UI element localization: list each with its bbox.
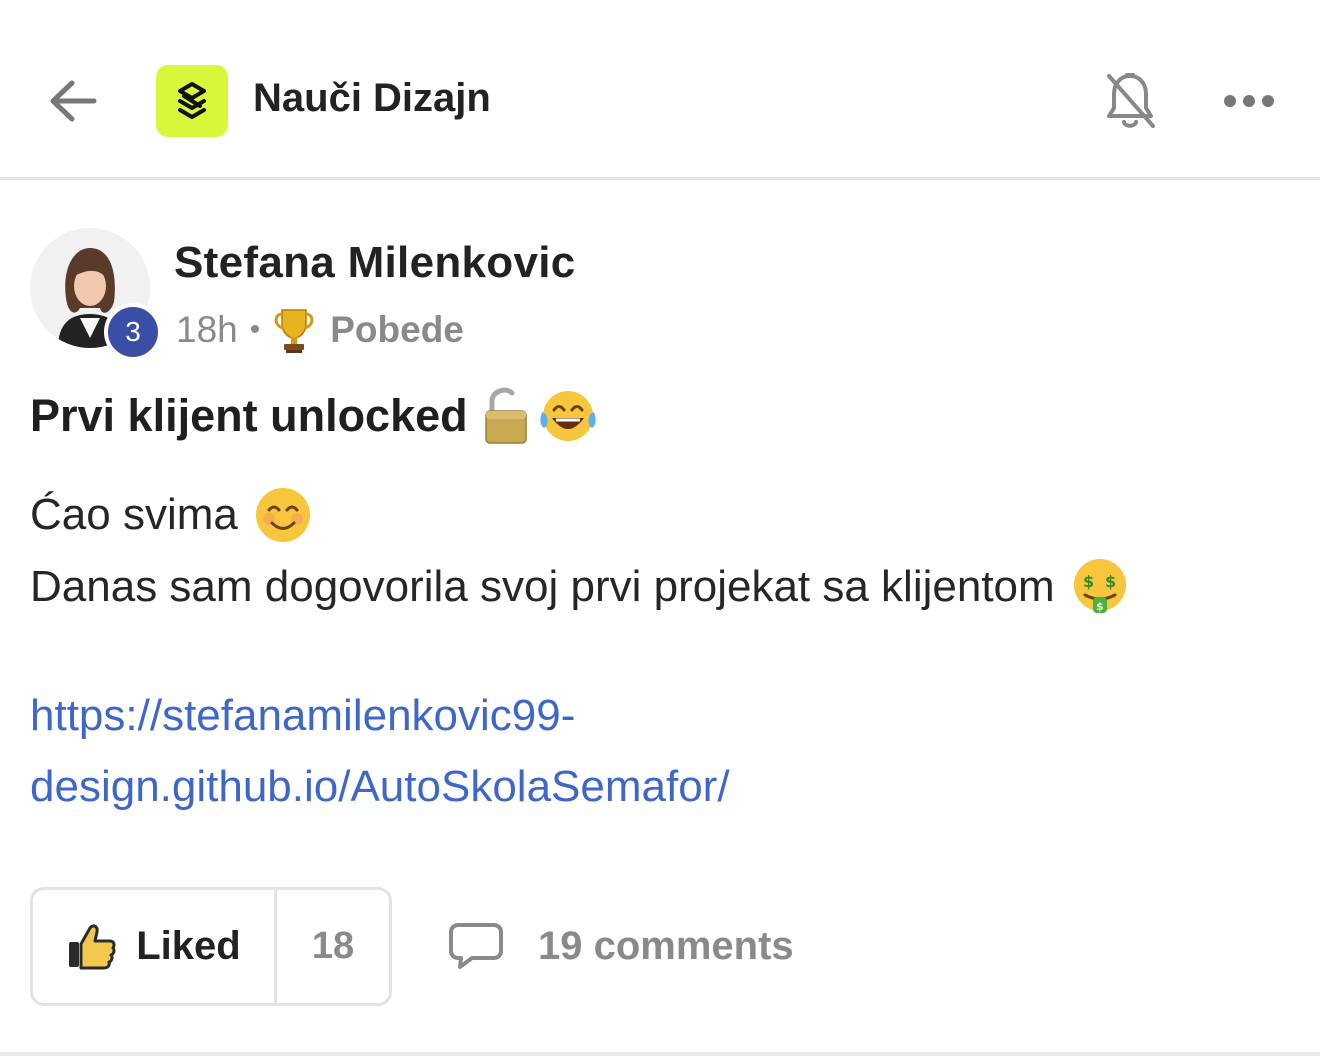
comments-button[interactable]: 19 comments: [448, 916, 794, 976]
post-time: 18h: [176, 309, 238, 350]
post-body-text: Danas sam dogovorila svoj prvi projekat …: [30, 562, 1055, 611]
app-header: Nauči Dizajn: [0, 0, 1320, 180]
smiling-face-emoji-icon: [254, 486, 312, 544]
unlocked-padlock-emoji-icon: [482, 387, 530, 445]
group-logo[interactable]: [156, 65, 228, 137]
post-category[interactable]: Pobede: [330, 309, 464, 351]
stacked-chevrons-logo-icon: [178, 82, 206, 119]
mute-notifications-button[interactable]: [1100, 68, 1160, 134]
arrow-left-icon: [50, 80, 97, 122]
svg-text:$: $: [1096, 600, 1104, 613]
post-body-line: Danas sam dogovorila svoj prvi projekat …: [30, 557, 1129, 617]
post-body-line: Ćao svima: [30, 486, 312, 544]
tears-of-joy-emoji-icon: [538, 388, 598, 444]
post-link[interactable]: https://stefanamilenkovic99- design.gith…: [30, 680, 730, 822]
more-dots-icon: [1224, 95, 1274, 107]
svg-text:$: $: [1105, 572, 1116, 591]
back-button[interactable]: [44, 72, 102, 130]
post-title-text: Prvi klijent unlocked: [30, 390, 468, 441]
money-mouth-face-emoji-icon: $ $ $: [1071, 557, 1129, 617]
divider: [0, 1052, 1320, 1056]
post-link-line-2: design.github.io/AutoSkolaSemafor/: [30, 762, 730, 811]
author-name[interactable]: Stefana Milenkovic: [174, 238, 576, 288]
more-options-button[interactable]: [1218, 82, 1280, 120]
group-title[interactable]: Nauči Dizajn: [253, 76, 491, 121]
post-body-text: Ćao svima: [30, 490, 238, 539]
comments-count-label: 19 comments: [538, 923, 794, 968]
level-badge: 3: [104, 303, 162, 361]
post-meta: 18h • Pobede: [176, 306, 464, 354]
like-label: Liked: [136, 924, 241, 968]
trophy-icon: [270, 306, 318, 354]
post-title[interactable]: Prvi klijent unlocked: [30, 387, 598, 445]
like-button[interactable]: Liked: [33, 890, 277, 1003]
like-count[interactable]: 18: [277, 890, 389, 1003]
meta-separator: •: [249, 313, 261, 346]
like-control: Liked 18: [30, 887, 392, 1006]
comment-bubble-icon: [449, 923, 503, 969]
bell-muted-icon: [1107, 73, 1155, 128]
thumbs-up-icon: [69, 923, 116, 969]
post-link-line-1: https://stefanamilenkovic99-: [30, 691, 576, 740]
svg-text:$: $: [1083, 572, 1094, 591]
